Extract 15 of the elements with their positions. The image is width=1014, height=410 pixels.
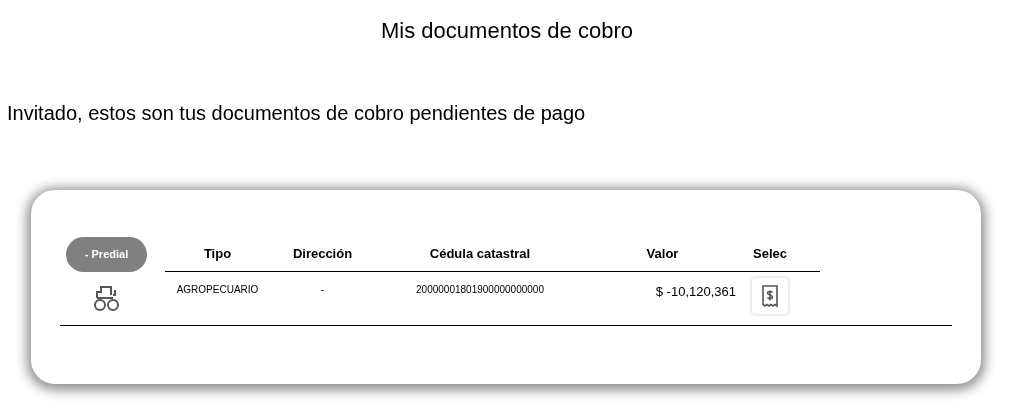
column-header: Valor: [646, 245, 679, 264]
page-subtitle: Invitado, estos son tus documentos de cobro pendientes de pago: [7, 101, 586, 126]
page-title: Mis documentos de cobro: [380, 17, 634, 44]
column-header: Cédula catastral: [429, 245, 531, 264]
category-tag: - Predial: [66, 237, 147, 272]
table-cell-text: -: [320, 283, 325, 297]
column-header: Dirección: [292, 245, 353, 264]
column-header: Selec: [753, 245, 787, 264]
select-receipt-button[interactable]: [752, 278, 788, 314]
column-header: Tipo: [203, 245, 232, 264]
tractor-icon: [92, 284, 121, 312]
receipt-icon: [761, 284, 779, 308]
table-cell-text: 20000001801900000000000: [416, 283, 544, 297]
table-cell-text: $ -10,120,361: [655, 283, 736, 301]
table-cell-text: AGROPECUARIO: [176, 283, 259, 297]
